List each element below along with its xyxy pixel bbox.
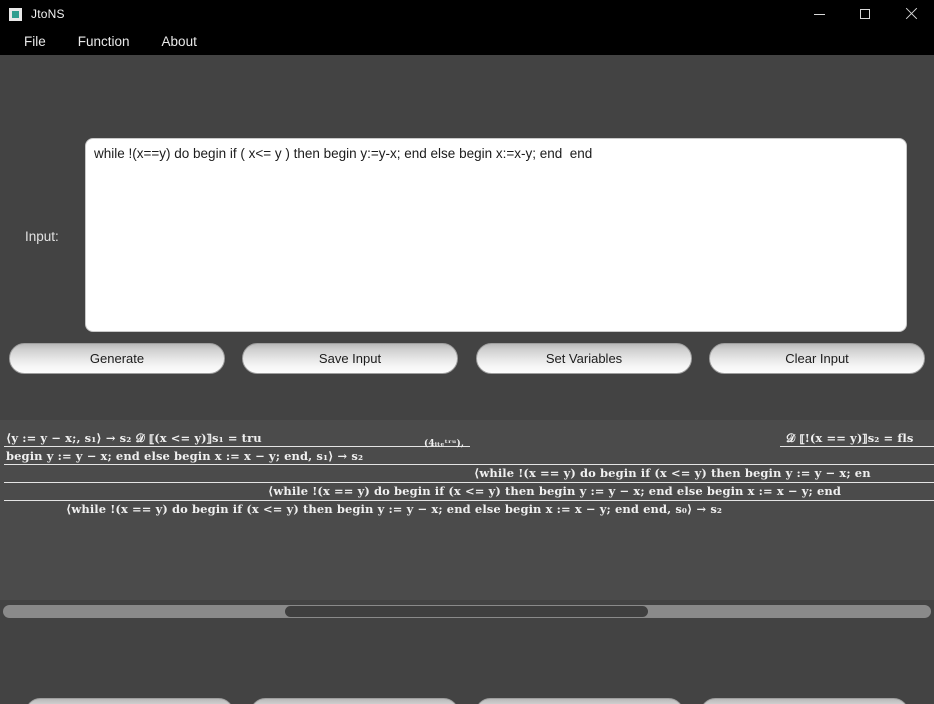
- menu-item-about[interactable]: About: [152, 31, 207, 52]
- close-button[interactable]: [888, 0, 934, 28]
- horizontal-scrollbar-thumb[interactable]: [285, 606, 648, 617]
- derivation-line-4: ⟨while !(x == y) do begin if (x <= y) th…: [474, 466, 871, 480]
- input-label: Input:: [25, 229, 59, 244]
- inference-bar-5: [4, 482, 934, 483]
- derivation-line-5: ⟨while !(x == y) do begin if (x <= y) th…: [268, 484, 842, 498]
- close-icon: [905, 8, 917, 20]
- derivation-line-3: begin y := y − x; end else begin x := x …: [6, 449, 364, 463]
- derivation-line-1: ⟨y := y − x;, s₁⟩ → s₂ 𝒟 ⟦(x <= y)⟧s₁ = …: [6, 431, 262, 445]
- clear-button[interactable]: Clear: [700, 698, 909, 704]
- derivation-line-6: ⟨while !(x == y) do begin if (x <= y) th…: [66, 502, 723, 516]
- generate-button[interactable]: Generate: [9, 343, 225, 374]
- maximize-icon: [860, 9, 870, 19]
- window-controls: [796, 0, 934, 28]
- show-states-button[interactable]: Show states: [25, 698, 234, 704]
- inference-bar-3: [4, 464, 474, 465]
- save-as-figure-button[interactable]: Save as Figure: [475, 698, 684, 704]
- window-title: JtoNS: [31, 7, 65, 21]
- save-input-button[interactable]: Save Input: [242, 343, 458, 374]
- clear-input-button[interactable]: Clear Input: [709, 343, 925, 374]
- inference-bar-2: [780, 446, 934, 447]
- main-panel: Input: Generate Save Input Set Variables…: [0, 55, 934, 704]
- menu-bar: File Function About: [0, 28, 934, 55]
- derivation-canvas[interactable]: ⟨y := y − x;, s₁⟩ → s₂ 𝒟 ⟦(x <= y)⟧s₁ = …: [0, 420, 934, 600]
- derivation-line-2: 𝒟 ⟦!(x == y)⟧s₂ = fls: [786, 431, 914, 445]
- minimize-icon: [813, 13, 825, 15]
- maximize-button[interactable]: [842, 0, 888, 28]
- input-textarea[interactable]: [85, 138, 907, 332]
- inference-bar-6: [4, 500, 934, 501]
- save-as-tex-button[interactable]: Save as TeX: [250, 698, 459, 704]
- set-variables-button[interactable]: Set Variables: [476, 343, 692, 374]
- minimize-button[interactable]: [796, 0, 842, 28]
- menu-item-function[interactable]: Function: [68, 31, 140, 52]
- title-bar: JtoNS: [0, 0, 934, 28]
- derivation-rule-label: (4ᵢₜₑᵗʳᵘ),: [424, 439, 465, 449]
- app-icon: [9, 7, 22, 21]
- application-window: JtoNS File Function About Input: Generat…: [0, 0, 934, 704]
- inference-bar-1: [4, 446, 470, 447]
- inference-bar-4: [474, 464, 934, 465]
- menu-item-file[interactable]: File: [14, 31, 56, 52]
